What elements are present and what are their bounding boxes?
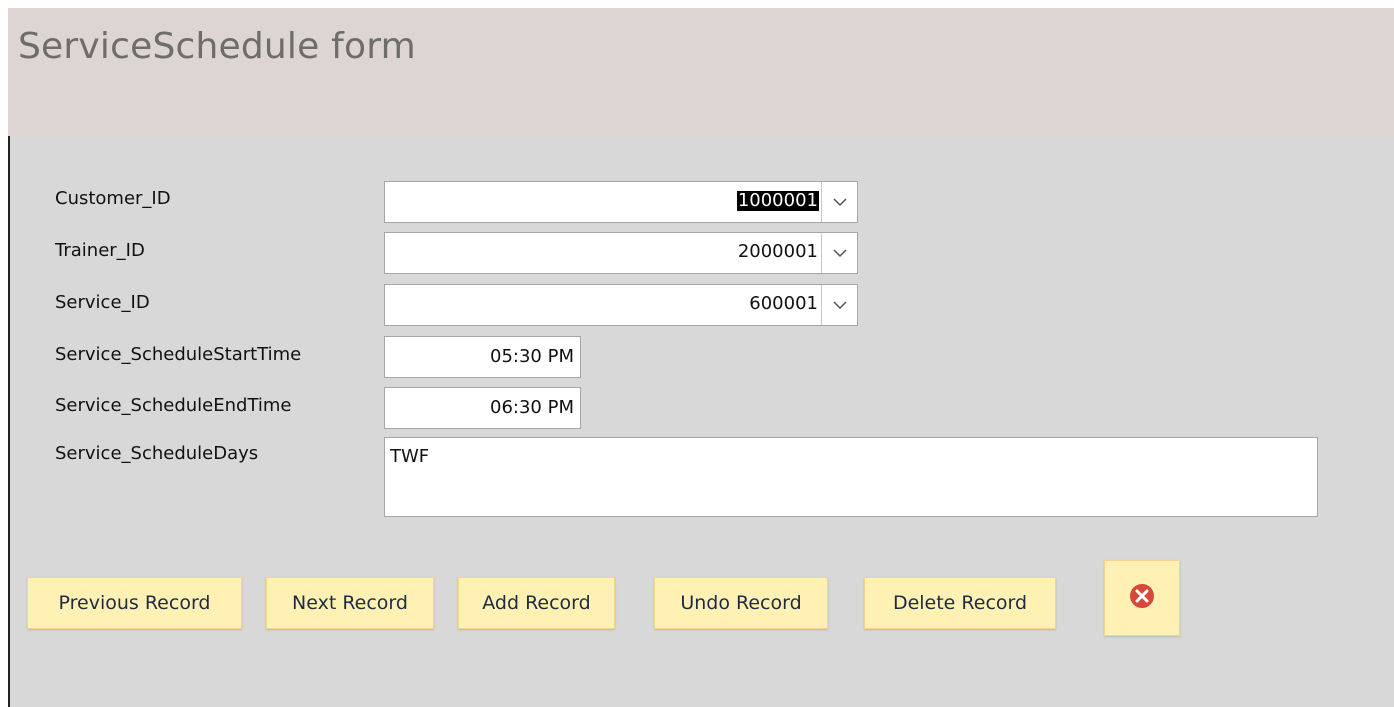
customer-id-value[interactable]: 1000001 bbox=[736, 191, 819, 211]
form-header: ServiceSchedule form bbox=[8, 8, 1394, 136]
start-time-label: Service_ScheduleStartTime bbox=[55, 344, 302, 365]
chevron-down-icon[interactable] bbox=[821, 182, 857, 222]
end-time-value[interactable]: 06:30 PM bbox=[490, 397, 574, 418]
delete-record-button[interactable]: Delete Record bbox=[864, 577, 1056, 629]
service-id-label: Service_ID bbox=[55, 292, 150, 313]
end-time-label: Service_ScheduleEndTime bbox=[55, 395, 292, 416]
next-record-button[interactable]: Next Record bbox=[266, 577, 434, 629]
trainer-id-label: Trainer_ID bbox=[55, 240, 145, 261]
close-form-button[interactable] bbox=[1104, 560, 1180, 636]
undo-record-button[interactable]: Undo Record bbox=[654, 577, 828, 629]
start-time-field[interactable]: 05:30 PM bbox=[384, 336, 581, 378]
service-id-combobox[interactable]: 600001 bbox=[384, 284, 858, 326]
end-time-field[interactable]: 06:30 PM bbox=[384, 387, 581, 429]
previous-record-button[interactable]: Previous Record bbox=[27, 577, 242, 629]
schedule-days-value[interactable]: TWF bbox=[390, 446, 429, 467]
add-record-button[interactable]: Add Record bbox=[458, 577, 615, 629]
form-title: ServiceSchedule form bbox=[18, 26, 416, 67]
start-time-value[interactable]: 05:30 PM bbox=[490, 346, 574, 367]
left-border bbox=[8, 136, 10, 707]
schedule-days-label: Service_ScheduleDays bbox=[55, 443, 259, 464]
close-circle-icon bbox=[1128, 582, 1156, 614]
service-id-value[interactable]: 600001 bbox=[748, 294, 819, 314]
schedule-days-field[interactable]: TWF bbox=[384, 437, 1318, 517]
trainer-id-value[interactable]: 2000001 bbox=[737, 242, 819, 262]
trainer-id-combobox[interactable]: 2000001 bbox=[384, 232, 858, 274]
customer-id-label: Customer_ID bbox=[55, 188, 171, 209]
customer-id-combobox[interactable]: 1000001 bbox=[384, 181, 858, 223]
chevron-down-icon[interactable] bbox=[821, 233, 857, 273]
chevron-down-icon[interactable] bbox=[821, 285, 857, 325]
